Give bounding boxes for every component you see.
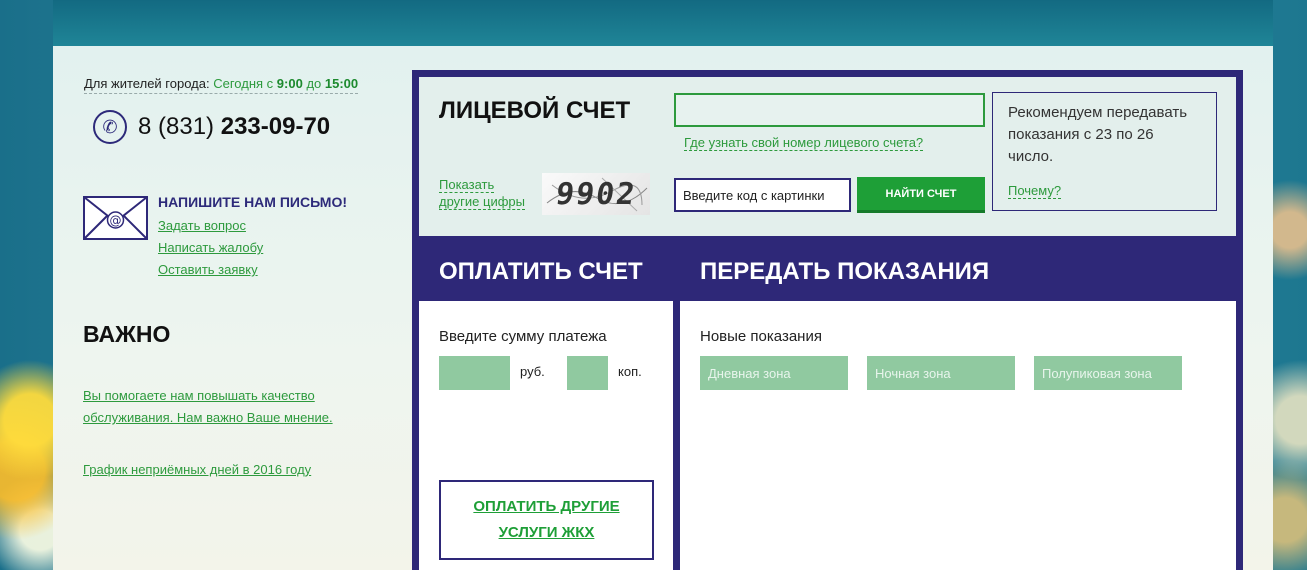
ask-question-link[interactable]: Задать вопрос [158, 218, 246, 233]
why-link[interactable]: Почему? [1008, 183, 1062, 199]
feedback-link[interactable]: Вы помогаете нам повышать качество обслу… [83, 385, 383, 429]
captcha-image: 9902 [542, 173, 650, 215]
hours-to: 15:00 [324, 76, 359, 91]
rub-input[interactable] [439, 356, 510, 390]
recommendation-text: Рекомендуем передавать показания с 23 по… [1008, 104, 1188, 165]
kop-input[interactable] [567, 356, 608, 390]
meter-section-title: ПЕРЕДАТЬ ПОКАЗАНИЯ [700, 258, 990, 285]
top-banner [53, 0, 1273, 46]
sum-label: Введите сумму платежа [439, 328, 607, 345]
show-other-digits-label: Показать другие цифры [439, 177, 525, 210]
pay-section: Введите сумму платежа руб. коп. ОПЛАТИТЬ… [419, 301, 673, 570]
day-zone-input[interactable]: Дневная зона [700, 356, 848, 390]
hours-to-word: до [306, 76, 322, 91]
phone-code: 8 (831) [138, 113, 215, 140]
meter-section: Новые показания Дневная зона Ночная зона… [680, 301, 1236, 570]
envelope-icon: @ [83, 196, 148, 240]
phone-block: ✆ 8 (831) 233-09-70 [93, 110, 330, 144]
mail-title: НАПИШИТЕ НАМ ПИСЬМО! [158, 194, 348, 210]
hours-from: 9:00 [276, 76, 303, 91]
schedule-link[interactable]: График неприёмных дней в 2016 году [83, 459, 383, 481]
phone-number[interactable]: 8 (831) 233-09-70 [138, 113, 330, 141]
rub-label: руб. [520, 364, 545, 379]
svg-text:@: @ [110, 214, 122, 228]
pay-other-services-button[interactable]: ОПЛАТИТЬ ДРУГИЕ УСЛУГИ ЖКХ [439, 480, 654, 560]
night-zone-input[interactable]: Ночная зона [867, 356, 1015, 390]
recommendation-box: Рекомендуем передавать показания с 23 по… [992, 92, 1217, 211]
captcha-code: 9902 [553, 176, 639, 212]
hours-today: Сегодня с [213, 76, 274, 91]
account-number-input[interactable] [674, 93, 985, 127]
complaint-link[interactable]: Написать жалобу [158, 240, 263, 255]
where-account-link[interactable]: Где узнать свой номер лицевого счета? [684, 135, 924, 151]
working-hours: Для жителей города: Сегодня с 9:00 до 15… [84, 76, 359, 94]
half-peak-zone-input[interactable]: Полупиковая зона [1034, 356, 1182, 390]
new-readings-label: Новые показания [700, 328, 822, 345]
hours-prefix: Для жителей города: [84, 76, 210, 91]
important-title: ВАЖНО [83, 321, 171, 347]
pay-section-title: ОПЛАТИТЬ СЧЕТ [439, 258, 643, 285]
phone-digits: 233-09-70 [220, 113, 331, 140]
kop-label: коп. [618, 364, 642, 379]
account-title: ЛИЦЕВОЙ СЧЕТ [439, 97, 631, 124]
captcha-code-input[interactable]: Введите код с картинки [674, 178, 851, 212]
services-frame: ЛИЦЕВОЙ СЧЕТ Где узнать свой номер лицев… [412, 70, 1243, 570]
account-panel: ЛИЦЕВОЙ СЧЕТ Где узнать свой номер лицев… [419, 77, 1236, 236]
phone-icon: ✆ [93, 110, 127, 144]
show-other-digits-link[interactable]: Показать другие цифры [439, 176, 529, 210]
find-account-button[interactable]: НАЙТИ СЧЕТ [857, 177, 985, 213]
request-link[interactable]: Оставить заявку [158, 262, 258, 277]
